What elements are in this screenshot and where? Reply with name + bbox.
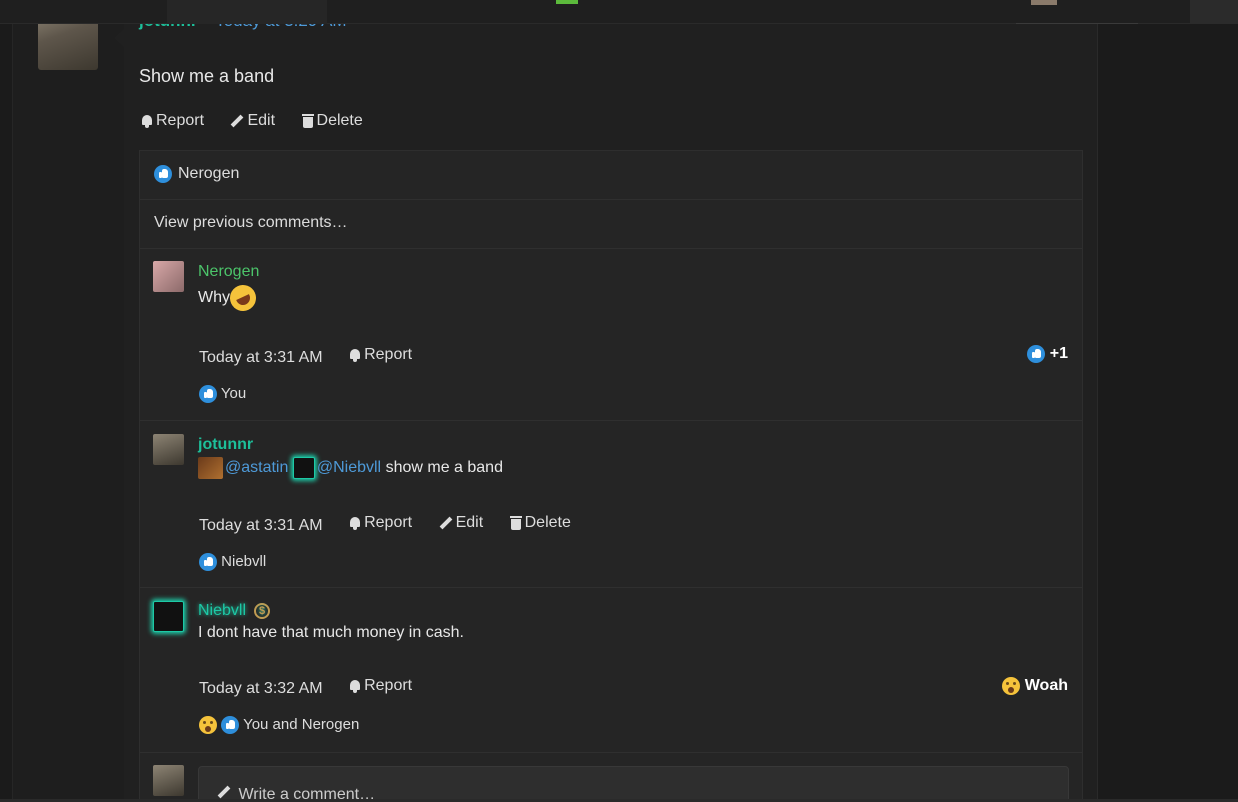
account-avatar xyxy=(1031,0,1057,5)
message-arrow xyxy=(114,28,125,48)
comment-reaction-summary-label: Woah xyxy=(1024,677,1068,695)
post-actions: Report Edit Delete xyxy=(141,112,385,133)
delete-button[interactable]: Delete xyxy=(301,112,363,130)
message-user-column xyxy=(12,0,124,802)
edit-label: Edit xyxy=(247,112,276,129)
comment-meta: Today at 3:31 AM Report Edit Delete xyxy=(199,514,593,535)
comment-reaction-summary-label: +1 xyxy=(1049,345,1068,363)
comment-avatar[interactable] xyxy=(153,601,184,632)
post-reactors[interactable]: Nerogen xyxy=(154,165,239,183)
search-button[interactable] xyxy=(1190,0,1238,24)
trash-icon xyxy=(509,516,522,530)
comment-author-label: Niebvll xyxy=(198,602,247,619)
post-reactions-row: Nerogen xyxy=(140,151,1082,200)
delete-label: Delete xyxy=(316,112,363,129)
comment-item: Niebvll $ I dont have that much money in … xyxy=(140,588,1082,753)
comment-time[interactable]: Today at 3:32 AM xyxy=(199,680,323,697)
mention-avatar xyxy=(198,457,223,479)
report-label: Report xyxy=(156,112,205,129)
bell-icon xyxy=(349,348,361,362)
comment-meta: Today at 3:32 AM Report xyxy=(199,677,434,698)
pencil-icon xyxy=(230,114,244,128)
comment-report-button[interactable]: Report xyxy=(349,677,412,695)
comment-reactors[interactable]: You and Nerogen xyxy=(199,716,360,735)
like-icon xyxy=(199,385,217,404)
like-icon xyxy=(154,165,172,183)
page: jotunnr·Today at 3:29 AM Show me a band … xyxy=(0,0,1238,802)
comment-item: jotunnr @astatin @Niebvll show me a band… xyxy=(140,421,1082,588)
comment-reaction-summary[interactable]: +1 xyxy=(1027,345,1068,363)
comment-author[interactable]: Niebvll $ xyxy=(198,602,271,620)
nav-tab-active[interactable] xyxy=(167,0,327,24)
comments-panel: Nerogen View previous comments… Nerogen … xyxy=(139,150,1083,802)
edit-button[interactable]: Edit xyxy=(230,112,275,130)
comment-reaction-summary[interactable]: Woah xyxy=(1002,677,1068,695)
trash-icon xyxy=(301,114,314,128)
comment-avatar[interactable] xyxy=(153,434,184,465)
mention-link[interactable]: @astatin xyxy=(225,459,288,476)
comment-item: Nerogen Why Today at 3:31 AM Report +1 Y… xyxy=(140,249,1082,421)
comment-text-body: Why xyxy=(198,289,230,307)
comment-report-button[interactable]: Report xyxy=(349,514,412,532)
comment-meta: Today at 3:31 AM Report xyxy=(199,346,434,367)
post-body: Show me a band xyxy=(139,66,275,86)
write-comment-input[interactable]: Write a comment… xyxy=(198,766,1069,802)
comment-edit-label: Edit xyxy=(455,514,484,531)
view-previous-link[interactable]: View previous comments… xyxy=(154,214,348,232)
pencil-icon xyxy=(439,516,453,530)
pencil-icon xyxy=(217,785,231,799)
comment-delete-button[interactable]: Delete xyxy=(509,514,571,532)
comment-author[interactable]: jotunnr xyxy=(198,436,253,454)
comment-delete-label: Delete xyxy=(524,514,571,531)
comment-author[interactable]: Nerogen xyxy=(198,263,259,281)
dollar-icon: $ xyxy=(254,602,271,619)
comment-reactors-label: Niebvll xyxy=(221,553,267,570)
mention-link[interactable]: @Niebvll xyxy=(317,459,381,476)
comment-report-button[interactable]: Report xyxy=(349,346,412,364)
like-icon xyxy=(221,716,240,735)
comment-text: Why xyxy=(198,280,261,316)
comment-text: I dont have that much money in cash. xyxy=(198,624,464,641)
mention-avatar xyxy=(292,457,315,479)
comment-report-label: Report xyxy=(364,514,413,531)
wow-icon xyxy=(199,716,217,735)
view-previous-row: View previous comments… xyxy=(140,200,1082,249)
current-user-avatar xyxy=(153,765,184,796)
comment-text: @astatin @Niebvll show me a band xyxy=(198,457,503,479)
wow-icon xyxy=(1002,677,1021,695)
report-button[interactable]: Report xyxy=(141,112,204,130)
comment-time[interactable]: Today at 3:31 AM xyxy=(199,349,323,366)
post-reactors-label: Nerogen xyxy=(178,165,240,183)
comment-time[interactable]: Today at 3:31 AM xyxy=(199,517,323,534)
bell-icon xyxy=(349,679,361,693)
like-icon xyxy=(1027,345,1046,363)
top-nav-bar xyxy=(0,0,1238,24)
comment-reactors-label: You xyxy=(220,385,247,402)
rolling-laughing-icon xyxy=(225,280,261,316)
comment-report-label: Report xyxy=(364,677,413,694)
bell-icon xyxy=(141,114,153,128)
comment-text-body: show me a band xyxy=(385,459,503,477)
nav-badge xyxy=(556,0,578,4)
bell-icon xyxy=(349,516,361,530)
comment-reactors[interactable]: Niebvll xyxy=(199,553,267,572)
comment-reactors-label: You and Nerogen xyxy=(243,716,360,733)
comment-reactors[interactable]: You xyxy=(199,385,247,404)
right-gutter xyxy=(1098,0,1238,802)
comment-avatar[interactable] xyxy=(153,261,184,292)
comment-report-label: Report xyxy=(364,346,413,363)
like-icon xyxy=(199,553,217,572)
comment-edit-button[interactable]: Edit xyxy=(439,514,484,532)
